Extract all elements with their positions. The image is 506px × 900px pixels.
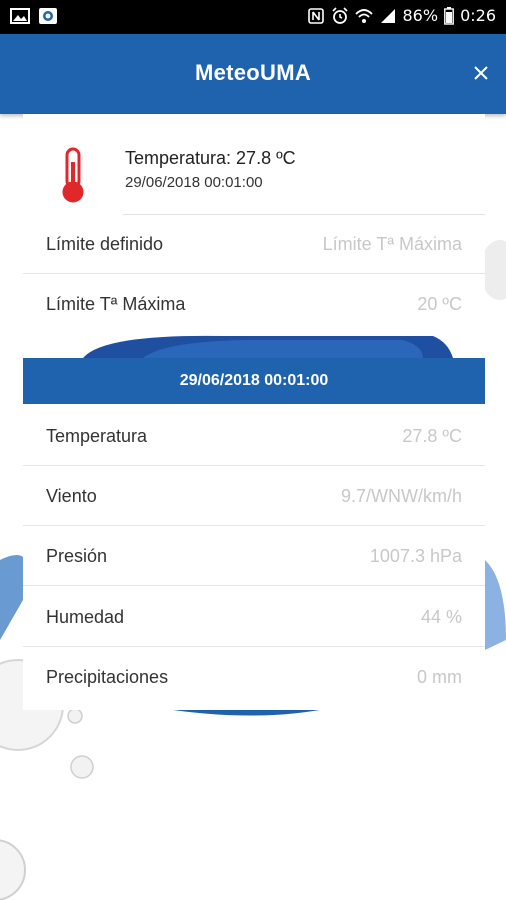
summary-title: Temperatura: 27.8 ºC [125,148,296,168]
row-label: Viento [46,486,97,506]
wifi-icon [354,8,373,23]
row-pressure: Presión 1007.3 hPa [23,526,485,586]
band-wave-decoration [83,335,453,358]
row-wind: Viento 9.7/WNW/km/h [23,466,485,526]
row-value: 20 ºC [417,294,462,314]
row-label: Límite definido [46,234,164,254]
row-temperature: Temperatura 27.8 ºC [23,406,485,466]
row-value: 1007.3 hPa [369,546,462,566]
row-label: Precipitaciones [46,667,169,687]
nfc-icon [307,7,324,24]
battery-percent: 86% [402,6,439,25]
row-value: 44 % [420,607,462,627]
row-value: 27.8 ºC [402,426,462,446]
row-label: Temperatura [46,426,148,446]
app-bar: MeteoUMA [0,34,506,114]
alarm-icon [331,6,348,24]
row-limit-defined: Límite definido Límite Tª Máxima [23,214,485,274]
row-value: Límite Tª Máxima [322,234,462,254]
app-title: MeteoUMA [194,60,312,85]
image-notification-icon [10,8,30,24]
battery-icon [444,6,454,25]
row-limit-max-temp: Límite Tª Máxima 20 ºC [23,274,485,334]
alert-card: Temperatura: 27.8 ºC 29/06/2018 00:01:00… [23,114,485,710]
status-bar: 86% 0:26 [0,0,506,34]
row-value: 9.7/WNW/km/h [340,486,462,506]
row-precipitation: Precipitaciones 0 mm [23,647,485,707]
observation-date-band: 29/06/2018 00:01:00 [23,358,485,404]
row-label: Humedad [46,607,125,627]
app-notification-icon [39,8,57,24]
row-label: Límite Tª Máxima [46,294,186,314]
alert-summary[interactable]: Temperatura: 27.8 ºC 29/06/2018 00:01:00 [23,114,485,215]
status-time: 0:26 [460,6,496,25]
row-humidity: Humedad 44 % [23,587,485,647]
thermometer-icon [62,147,84,203]
row-label: Presión [46,546,108,566]
summary-date: 29/06/2018 00:01:00 [125,174,263,191]
close-icon[interactable] [470,62,492,84]
row-value: 0 mm [417,667,462,687]
signal-icon [380,8,395,23]
